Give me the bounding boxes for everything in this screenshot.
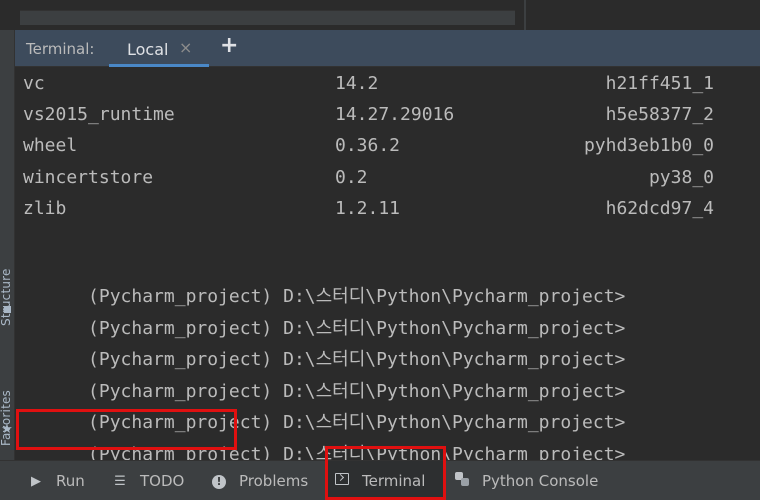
run-tool-button[interactable]: ▶ Run <box>18 461 108 500</box>
python-console-tool-button[interactable]: Python Console <box>448 461 624 500</box>
problems-tool-button[interactable]: ! Problems <box>205 461 323 500</box>
package-build: pyhd3eb1b0_0 <box>583 135 714 156</box>
package-version: 1.2.11 <box>335 198 401 219</box>
package-row: vc 14.2 h21ff451_1 <box>23 73 723 97</box>
package-row: wheel 0.36.2 pyhd3eb1b0_0 <box>23 135 723 159</box>
terminal-icon <box>334 473 350 489</box>
package-name: zlib <box>23 198 67 219</box>
package-build: h62dcd97_4 <box>605 198 714 219</box>
package-row: vs2015_runtime 14.27.29016 h5e58377_2 <box>23 104 723 128</box>
terminal-tool-button[interactable]: Terminal <box>328 461 446 500</box>
python-console-label: Python Console <box>482 472 599 490</box>
list-icon: ☰ <box>114 473 126 489</box>
package-row: wincertstore 0.2 py38_0 <box>23 167 723 191</box>
package-build: py38_0 <box>648 167 714 188</box>
close-icon[interactable]: × <box>179 38 192 57</box>
bottom-tool-bar: ▶ Run ☰ TODO ! Problems Terminal Python … <box>0 460 760 500</box>
package-name: wheel <box>23 135 78 156</box>
package-version: 14.2 <box>335 73 379 94</box>
tab-local-label: Local <box>127 40 169 59</box>
python-icon <box>454 472 470 490</box>
favorites-tool-button[interactable]: Favorites <box>0 390 13 446</box>
pycharm-window: Structure Favorites ★ Terminal: Local × … <box>0 0 760 500</box>
package-build: h5e58377_2 <box>605 104 714 125</box>
terminal-title: Terminal: <box>26 40 95 58</box>
package-version: 14.27.29016 <box>335 104 455 125</box>
package-name: vs2015_runtime <box>23 104 175 125</box>
new-tab-button[interactable]: + <box>220 33 238 58</box>
run-label: Run <box>56 472 85 490</box>
structure-icon <box>1 304 13 316</box>
package-row: zlib 1.2.11 h62dcd97_4 <box>23 198 723 222</box>
package-version: 0.2 <box>335 167 368 188</box>
structure-tool-button[interactable]: Structure <box>0 268 13 326</box>
terminal-header: Terminal: Local × + <box>15 30 760 67</box>
editor-divider <box>524 0 526 30</box>
package-version: 0.36.2 <box>335 135 401 156</box>
left-tool-stripe: Structure Favorites <box>0 30 15 460</box>
terminal-label: Terminal <box>362 472 426 490</box>
package-name: vc <box>23 73 45 94</box>
horizontal-scrollbar[interactable] <box>20 10 515 25</box>
tab-local[interactable]: Local × <box>109 30 209 67</box>
info-icon: ! <box>211 474 227 489</box>
problems-label: Problems <box>239 472 309 490</box>
star-icon: ★ <box>1 422 13 437</box>
todo-label: TODO <box>140 472 185 490</box>
editor-area-remnant <box>0 0 760 30</box>
terminal-output[interactable]: vc 14.2 h21ff451_1 vs2015_runtime 14.27.… <box>15 67 760 465</box>
package-build: h21ff451_1 <box>605 73 714 94</box>
play-icon: ▶ <box>31 473 41 489</box>
todo-tool-button[interactable]: ☰ TODO <box>106 461 202 500</box>
package-name: wincertstore <box>23 167 154 188</box>
